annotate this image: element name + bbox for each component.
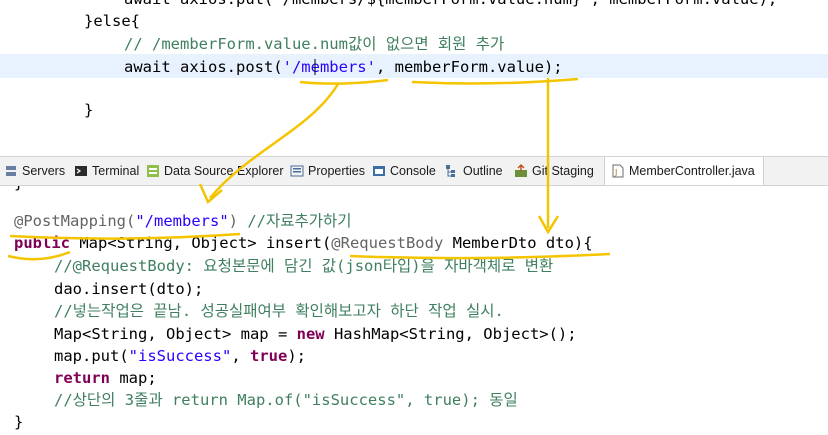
tab-terminal[interactable]: Terminal: [74, 157, 139, 185]
data-source-explorer-icon: [146, 164, 160, 178]
code-method-signature: public Map<String, Object> insert(@Reque…: [14, 234, 593, 252]
editor-bottom-pane[interactable]: } @PostMapping("/members") //자료추가하기 publ…: [0, 186, 828, 435]
editor-top-pane[interactable]: await axios.put(`/members/${memberForm.v…: [0, 0, 828, 152]
code-post-mapping: @PostMapping("/members") //자료추가하기: [14, 212, 352, 230]
code-line-put: await axios.put(`/members/${memberForm.v…: [124, 0, 777, 10]
svg-text:J: J: [614, 168, 617, 177]
tab-servers[interactable]: Servers: [4, 157, 65, 185]
java-file-icon: J: [611, 164, 625, 178]
post-url-string: '/members': [282, 58, 376, 76]
tab-properties[interactable]: Properties: [290, 157, 365, 185]
request-body-annotation: @RequestBody: [331, 234, 444, 252]
code-map-put: map.put("isSuccess", true);: [54, 347, 306, 365]
code-map-declaration: Map<String, Object> map = new HashMap<St…: [54, 325, 577, 343]
mapping-url-string: "/members": [135, 212, 229, 230]
properties-icon: [290, 164, 304, 178]
outline-icon: [445, 164, 459, 178]
views-tab-bar: Servers Terminal Data Source Explorer Pr…: [0, 156, 828, 186]
code-return: return map;: [54, 369, 157, 387]
tab-data-source-explorer[interactable]: Data Source Explorer: [146, 157, 284, 185]
code-line-post: await axios.post('/members', memberForm.…: [124, 58, 563, 76]
tab-console[interactable]: Console: [372, 157, 436, 185]
tab-member-controller[interactable]: J MemberController.java: [604, 157, 764, 185]
code-comment-add-member: // /memberForm.value.num값이 없으면 회원 추가: [124, 35, 505, 53]
tab-git-staging[interactable]: Git Staging: [514, 157, 594, 185]
servers-icon: [4, 164, 18, 178]
code-line-else: }else{: [84, 12, 140, 30]
git-staging-icon: [514, 164, 528, 178]
console-icon: [372, 164, 386, 178]
tab-outline[interactable]: Outline: [445, 157, 503, 185]
code-comment-map-of: //상단의 3줄과 return Map.of("isSuccess", tru…: [54, 391, 518, 409]
code-dao-insert: dao.insert(dto);: [54, 280, 204, 298]
code-comment-request-body: //@RequestBody: 요청본문에 담긴 값(json타입)을 자바객체…: [54, 257, 554, 275]
code-method-close-brace: }: [14, 413, 24, 431]
code-line-close-brace: }: [84, 101, 94, 119]
code-comment-result: //넣는작업은 끝남. 성공실패여부 확인해보고자 하단 작업 실시.: [54, 302, 504, 320]
code-prev-close-brace: }: [14, 186, 23, 194]
terminal-icon: [74, 164, 88, 178]
